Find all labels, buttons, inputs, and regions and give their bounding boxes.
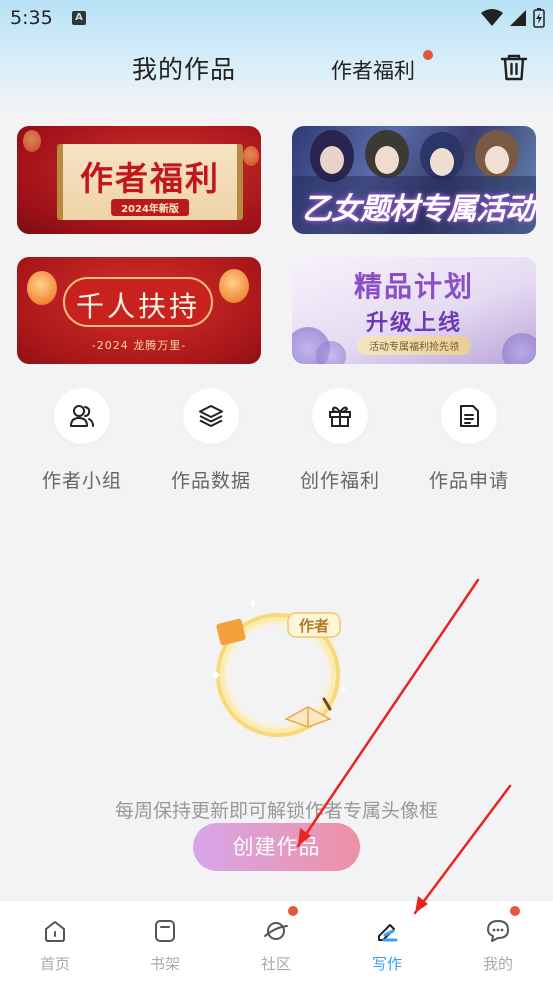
tab-label: 我的 <box>482 955 513 973</box>
badge-text: 作者 <box>299 617 329 635</box>
tab-me[interactable]: 我的 <box>443 901 553 984</box>
action-label: 作品申请 <box>428 470 509 492</box>
action-label: 作者小组 <box>41 470 122 492</box>
author-welfare-link[interactable]: 作者福利 <box>331 55 415 85</box>
tab-community[interactable]: 社区 <box>221 901 331 984</box>
action-icon-circle <box>54 388 110 444</box>
status-bar: 5:35 A <box>0 0 553 36</box>
lantern-decoration <box>243 146 259 166</box>
banner-subtitle: 升级上线 <box>365 311 462 336</box>
signal-icon <box>510 10 526 26</box>
welfare-badge-dot <box>423 50 433 60</box>
banner-tag: 活动专属福利抢先领 <box>357 336 471 355</box>
me-badge-dot <box>510 906 520 916</box>
home-icon <box>45 921 65 942</box>
bookshelf-icon <box>155 920 175 942</box>
gift-icon <box>329 406 351 427</box>
action-work-data[interactable]: 作品数据 <box>156 388 266 493</box>
tab-label: 首页 <box>39 955 70 973</box>
banner-support-program[interactable]: 千人扶持 -2024 龙腾万里- <box>17 257 261 364</box>
banner-subtitle: -2024 龙腾万里- <box>91 339 187 352</box>
banner-subtitle: 2024年新版 <box>111 199 189 216</box>
chat-icon <box>487 920 509 942</box>
tab-label: 写作 <box>371 955 402 973</box>
banner-author-welfare[interactable]: 作者福利 2024年新版 <box>17 126 261 234</box>
trash-icon <box>500 54 528 81</box>
status-time: 5:35 <box>10 7 53 29</box>
banner-title: 精品计划 <box>353 270 474 303</box>
layers-icon <box>199 405 223 427</box>
banner-scroll: 作者福利 2024年新版 <box>57 144 243 220</box>
status-icons <box>481 8 545 28</box>
group-icon <box>70 405 94 427</box>
lantern-decoration <box>23 130 41 152</box>
tab-bookshelf[interactable]: 书架 <box>110 901 220 984</box>
banner-title: 千人扶持 <box>75 290 200 323</box>
bottom-tab-bar: 首页 书架 社区 写作 我的 <box>0 900 553 984</box>
flower-decoration <box>502 333 536 364</box>
action-icon-circle <box>312 388 368 444</box>
author-badge-illustration: 作者 <box>212 599 346 741</box>
lantern-decoration <box>219 269 249 303</box>
trash-button[interactable] <box>499 52 529 82</box>
create-work-button[interactable]: 创建作品 <box>193 823 360 871</box>
action-label: 创作福利 <box>299 470 380 492</box>
planet-icon <box>264 922 288 940</box>
action-label: 作品数据 <box>170 470 251 492</box>
empty-state-message: 每周保持更新即可解锁作者专属头像框 <box>114 800 438 822</box>
tab-label: 社区 <box>260 955 291 973</box>
banner-pill: 千人扶持 <box>63 277 213 327</box>
action-work-application[interactable]: 作品申请 <box>414 388 524 493</box>
notification-icon: A <box>72 11 86 25</box>
tab-home[interactable]: 首页 <box>0 901 110 984</box>
wifi-icon <box>481 9 503 26</box>
banner-title: 乙女题材专属活动 <box>302 192 535 227</box>
pen-icon <box>378 924 398 942</box>
banner-otome-event[interactable]: 乙女题材专属活动 <box>292 126 536 234</box>
action-author-group[interactable]: 作者小组 <box>27 388 137 493</box>
battery-icon <box>533 8 545 28</box>
page-title: 我的作品 <box>132 55 237 84</box>
action-creation-welfare[interactable]: 创作福利 <box>285 388 395 493</box>
lantern-decoration <box>27 271 57 305</box>
document-icon <box>460 405 479 427</box>
tab-write[interactable]: 写作 <box>332 901 442 984</box>
banner-title: 作者福利 <box>80 159 220 198</box>
app-screen: 5:35 A 我的作品 作者福利 作者福利 2024年新版 乙女题材专属活动 千… <box>0 0 553 984</box>
tab-label: 书架 <box>149 955 180 973</box>
banner-premium-plan[interactable]: 精品计划 升级上线 活动专属福利抢先领 <box>292 257 536 364</box>
quick-actions: 作者小组 作品数据 创作福利 作品申请 <box>27 388 539 498</box>
flower-decoration <box>316 341 346 364</box>
community-badge-dot <box>288 906 298 916</box>
action-icon-circle <box>441 388 497 444</box>
action-icon-circle <box>183 388 239 444</box>
